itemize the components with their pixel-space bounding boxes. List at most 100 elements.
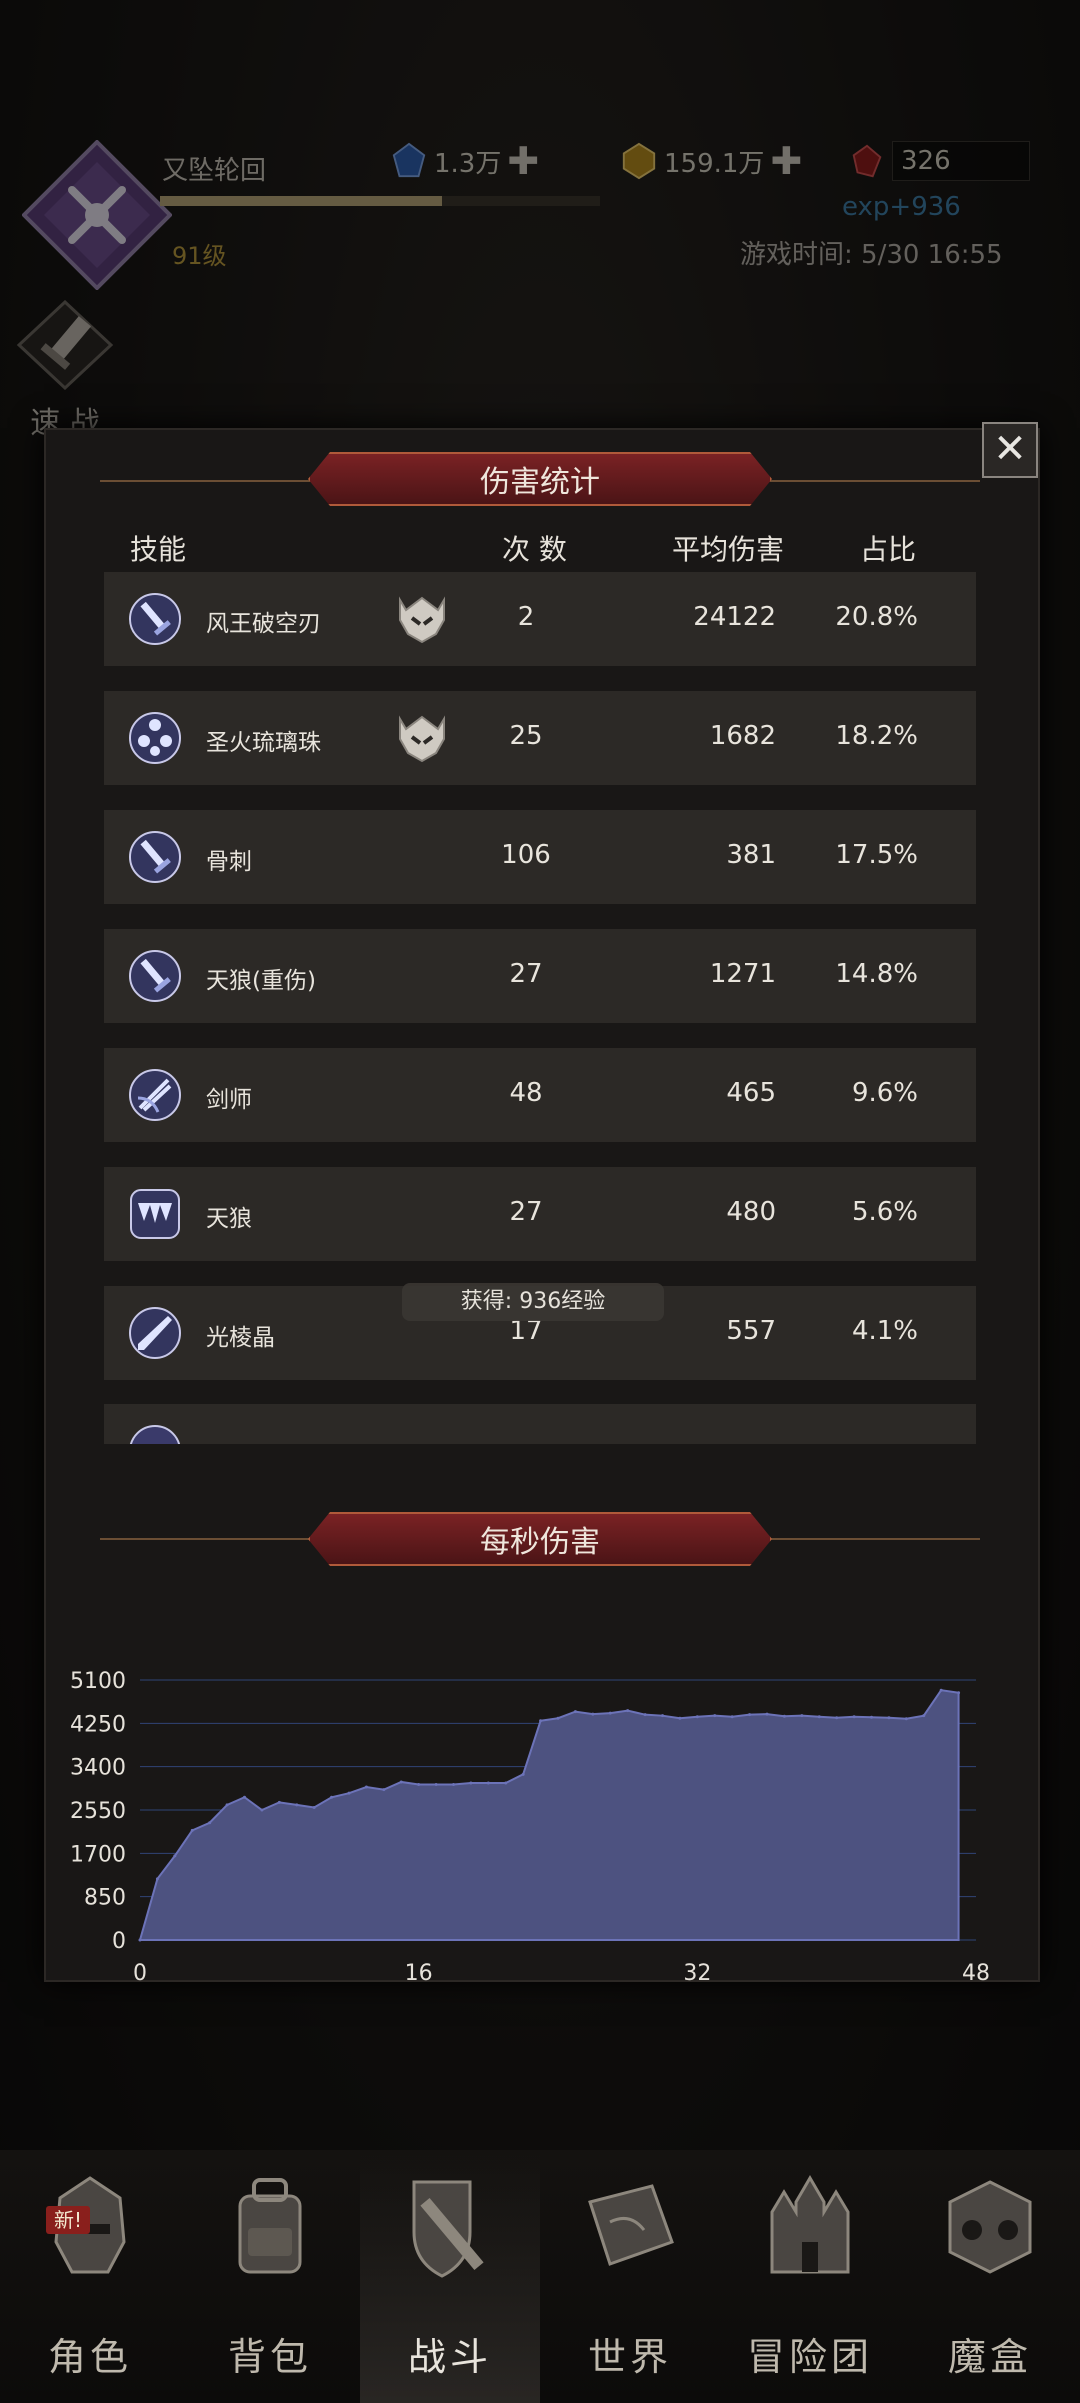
table-row[interactable]: 骨刺 106 381 17.5% [104, 810, 976, 904]
new-badge: 新! [46, 2206, 91, 2234]
nav-tab-adventure-group[interactable]: 冒险团 [720, 2150, 900, 2403]
close-button[interactable]: ✕ [982, 422, 1038, 478]
column-header-avg: 平均伤害 [672, 533, 785, 566]
data-point [155, 1877, 159, 1881]
data-point [364, 1785, 368, 1789]
magic-cube-icon [948, 2180, 1032, 2274]
data-point [190, 1828, 194, 1832]
data-point [434, 1783, 438, 1787]
data-point [782, 1714, 786, 1718]
data-point [330, 1795, 334, 1799]
skill-avg-damage: 465 [726, 1078, 776, 1108]
y-tick-label: 850 [84, 1886, 126, 1911]
skill-name: 骨刺 [206, 849, 252, 875]
table-row[interactable]: 剑师 48 465 9.6% [104, 1048, 976, 1142]
data-point [556, 1716, 560, 1720]
data-point [138, 1938, 142, 1942]
skill-name: 剑师 [206, 1087, 252, 1113]
data-point [661, 1714, 664, 1718]
skill-damage-share: 17.5% [835, 840, 918, 870]
elite-helmet-icon [399, 596, 445, 644]
nav-tab-world[interactable]: 世界 [540, 2150, 720, 2403]
skill-avg-damage: 1682 [709, 721, 776, 751]
skill-count: 25 [509, 721, 543, 751]
map-scroll-icon [588, 2184, 674, 2266]
elite-helmet-icon [399, 715, 445, 763]
data-point [539, 1719, 543, 1723]
backpack-icon [238, 2178, 302, 2274]
skill-damage-share: 18.2% [835, 721, 918, 751]
skill-name: 风王破空刃 [206, 611, 321, 637]
table-row[interactable]: 天狼 27 480 5.6% [104, 1167, 976, 1261]
data-point [748, 1713, 752, 1717]
skill-count: 106 [501, 840, 551, 870]
data-point [260, 1808, 264, 1812]
data-point [243, 1795, 246, 1799]
table-row[interactable]: 风王破空刃 2 24122 20.8% [104, 572, 976, 666]
sword-skill-icon [129, 593, 181, 645]
sword-slash-skill-icon [129, 1069, 181, 1121]
x-tick-label: 0 [133, 1961, 147, 1986]
skill-damage-share: 4.1% [851, 1316, 918, 1346]
column-header-count: 次 数 [502, 533, 567, 566]
column-header-skill: 技能 [130, 533, 187, 566]
data-point [870, 1715, 873, 1719]
xp-gain-toast: 获得: 936经验 [402, 1283, 664, 1321]
y-tick-label: 1700 [70, 1842, 126, 1867]
fangs-skill-icon [130, 1189, 180, 1239]
data-point [417, 1783, 421, 1787]
data-point [626, 1709, 630, 1713]
nav-tab-battle[interactable]: 战斗 [360, 2150, 540, 2403]
table-row[interactable]: 圣火琉璃珠 25 1682 18.2% [104, 691, 976, 785]
nav-tab-character[interactable]: 新! 角色 [0, 2150, 180, 2403]
nav-tab-magic-box[interactable]: 魔盒 [900, 2150, 1080, 2403]
skill-icon [129, 1425, 181, 1444]
y-tick-label: 5100 [70, 1669, 126, 1694]
data-point [643, 1713, 647, 1717]
sword-skill-icon [129, 831, 181, 883]
dps-chart: 0 850 1700 2550 3400 4250 5100 0 16 32 48 [70, 1669, 990, 1986]
skill-count: 2 [517, 602, 535, 632]
y-tick-label: 4250 [70, 1712, 126, 1737]
skill-damage-share: 20.8% [835, 602, 918, 632]
data-point [452, 1783, 455, 1787]
data-point [835, 1716, 839, 1720]
data-point [573, 1710, 577, 1714]
nav-label: 冒险团 [746, 2335, 873, 2379]
data-point [904, 1717, 908, 1721]
damage-title-banner: 伤害统计 [330, 452, 750, 506]
nav-label: 世界 [587, 2335, 672, 2379]
data-point [608, 1711, 612, 1715]
nav-label: 角色 [47, 2335, 132, 2379]
dps-title-banner: 每秒伤害 [330, 1512, 750, 1566]
data-point [887, 1716, 891, 1720]
data-point [730, 1715, 734, 1719]
data-point [852, 1715, 856, 1719]
skill-avg-damage: 24122 [693, 602, 776, 632]
table-row[interactable]: 天狼(重伤) 27 1271 14.8% [104, 929, 976, 1023]
data-point [225, 1803, 229, 1807]
skill-avg-damage: 557 [726, 1316, 776, 1346]
skill-name: 天狼(重伤) [206, 968, 316, 994]
data-point [486, 1781, 490, 1785]
skill-avg-damage: 1271 [709, 959, 776, 989]
nav-tab-backpack[interactable]: 背包 [180, 2150, 360, 2403]
table-row[interactable] [104, 1404, 976, 1444]
x-tick-label: 16 [405, 1961, 433, 1986]
y-tick-label: 2550 [70, 1799, 126, 1824]
skill-count: 27 [509, 1197, 543, 1227]
nav-label: 战斗 [407, 2335, 492, 2379]
y-tick-label: 0 [112, 1929, 126, 1954]
data-point [208, 1821, 212, 1825]
data-point [347, 1791, 351, 1795]
skill-name: 圣火琉璃珠 [206, 730, 321, 756]
data-point [695, 1715, 699, 1719]
sword-skill-icon [129, 950, 181, 1002]
column-header-pct: 占比 [860, 533, 917, 566]
data-point [173, 1854, 177, 1858]
data-point [312, 1805, 316, 1809]
dps-title: 每秒伤害 [308, 1512, 772, 1566]
data-point [713, 1714, 717, 1718]
data-point [277, 1800, 281, 1804]
data-point [504, 1781, 508, 1785]
